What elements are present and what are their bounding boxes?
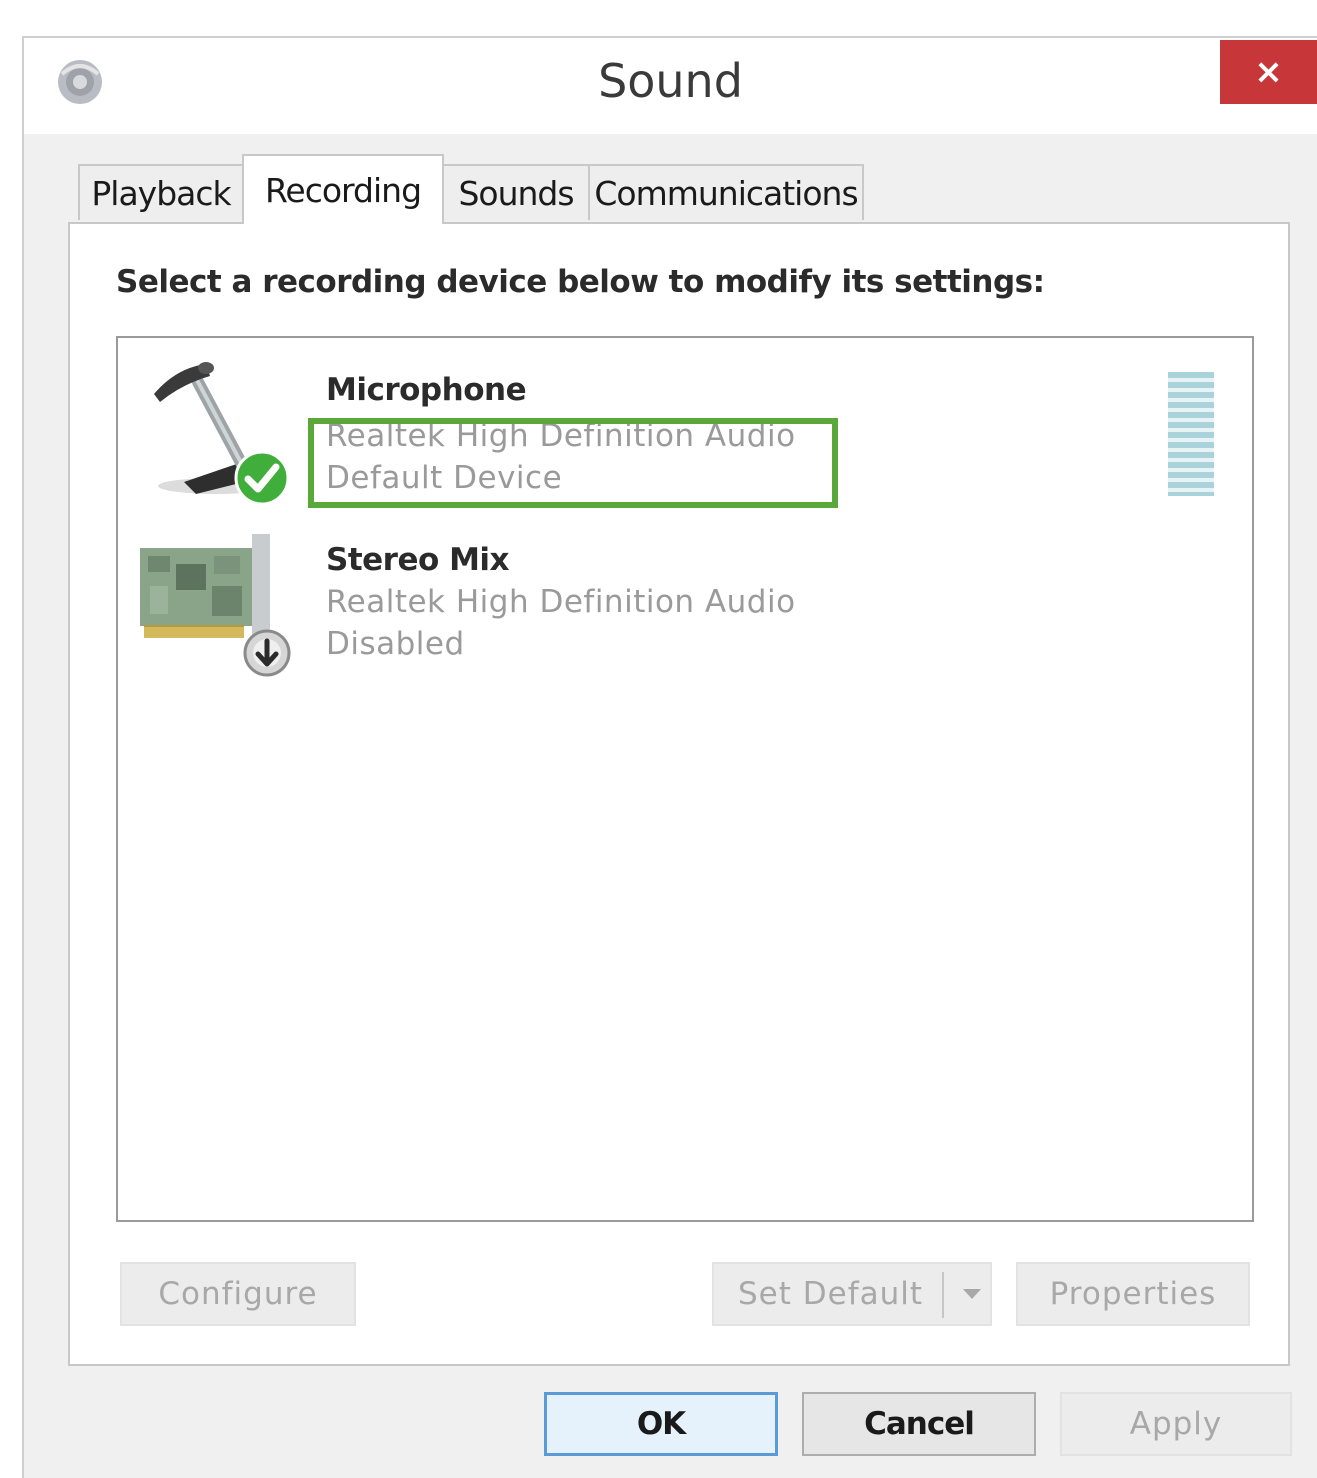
tab-communications[interactable]: Communications	[588, 164, 864, 220]
properties-button-label: Properties	[1049, 1276, 1217, 1312]
tab-sounds[interactable]: Sounds	[442, 164, 590, 220]
disabled-down-arrow-icon	[243, 629, 291, 677]
chevron-down-icon	[963, 1289, 981, 1299]
window-title: Sound	[598, 54, 743, 108]
highlight-annotation	[308, 418, 838, 508]
set-default-dropdown-arrow[interactable]	[952, 1264, 992, 1324]
cancel-button-label: Cancel	[864, 1406, 975, 1442]
configure-button-label: Configure	[158, 1276, 318, 1312]
split-separator	[942, 1272, 944, 1318]
apply-button[interactable]: Apply	[1060, 1392, 1292, 1456]
close-button[interactable]: ×	[1220, 40, 1317, 104]
device-name: Microphone	[326, 372, 527, 408]
title-bar: Sound ×	[24, 38, 1317, 134]
ok-button-label: OK	[636, 1406, 686, 1442]
sound-dialog: Sound × Playback Recording Sounds Commun…	[22, 36, 1317, 1478]
set-default-button[interactable]: Set Default	[712, 1262, 992, 1326]
device-name: Stereo Mix	[326, 542, 510, 578]
recording-tab-panel: Select a recording device below to modif…	[68, 222, 1290, 1366]
tab-playback-label: Playback	[91, 173, 231, 213]
tab-playback[interactable]: Playback	[78, 164, 244, 220]
tab-recording-label: Recording	[264, 170, 422, 210]
default-check-icon	[234, 450, 290, 506]
instruction-text: Select a recording device below to modif…	[116, 264, 1045, 300]
close-icon: ×	[1254, 52, 1283, 92]
device-driver: Realtek High Definition Audio	[326, 584, 796, 620]
recording-device-list[interactable]: Microphone Realtek High Definition Audio…	[116, 336, 1254, 1222]
tab-recording[interactable]: Recording	[242, 154, 444, 224]
ok-button[interactable]: OK	[544, 1392, 778, 1456]
list-item-stereo-mix[interactable]: Stereo Mix Realtek High Definition Audio…	[118, 518, 1252, 688]
properties-button[interactable]: Properties	[1016, 1262, 1250, 1326]
set-default-button-label: Set Default	[738, 1276, 924, 1312]
device-status: Disabled	[326, 626, 465, 662]
configure-button[interactable]: Configure	[120, 1262, 356, 1326]
cancel-button[interactable]: Cancel	[802, 1392, 1036, 1456]
apply-button-label: Apply	[1129, 1406, 1223, 1442]
tab-sounds-label: Sounds	[458, 173, 574, 213]
list-item-microphone[interactable]: Microphone Realtek High Definition Audio…	[118, 346, 1252, 516]
tab-communications-label: Communications	[594, 173, 858, 213]
input-level-meter	[1168, 372, 1214, 496]
